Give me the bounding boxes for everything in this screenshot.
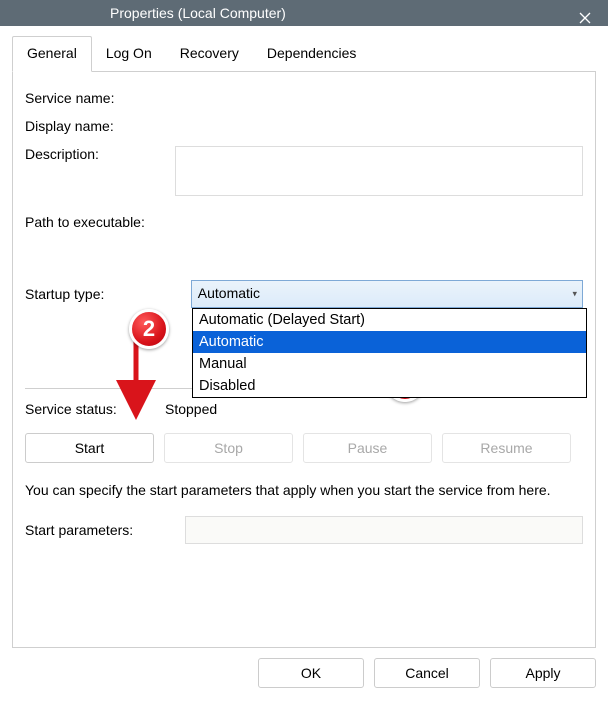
annotation-badge-2: 2: [129, 309, 169, 349]
tab-dependencies[interactable]: Dependencies: [253, 37, 371, 71]
path-label: Path to executable:: [25, 214, 583, 230]
description-box[interactable]: [175, 146, 583, 196]
service-status-value: Stopped: [165, 401, 217, 417]
service-status-label: Service status:: [25, 401, 165, 417]
start-button[interactable]: Start: [25, 433, 154, 463]
cancel-button[interactable]: Cancel: [374, 658, 480, 688]
stop-button[interactable]: Stop: [164, 433, 293, 463]
startup-type-value: Automatic: [198, 285, 260, 301]
general-panel: Service name: Display name: Description:…: [12, 72, 596, 648]
option-automatic[interactable]: Automatic: [193, 331, 586, 353]
description-label: Description:: [25, 146, 175, 162]
tab-recovery[interactable]: Recovery: [166, 37, 253, 71]
tab-general[interactable]: General: [12, 36, 92, 72]
properties-dialog: Properties (Local Computer) General Log …: [0, 0, 608, 702]
tab-bar: General Log On Recovery Dependencies: [12, 36, 596, 72]
titlebar: Properties (Local Computer): [0, 0, 608, 26]
parameters-hint: You can specify the start parameters tha…: [25, 481, 583, 500]
window-title: Properties (Local Computer): [110, 5, 286, 21]
start-parameters-input[interactable]: [185, 516, 583, 544]
display-name-label: Display name:: [25, 118, 175, 134]
chevron-down-icon: ▾: [572, 289, 577, 300]
option-disabled[interactable]: Disabled: [193, 375, 586, 397]
service-button-row: Start Stop Pause Resume: [25, 433, 583, 463]
option-auto-delayed[interactable]: Automatic (Delayed Start): [193, 309, 586, 331]
startup-type-combo[interactable]: Automatic ▾: [191, 280, 583, 308]
content-area: General Log On Recovery Dependencies Ser…: [0, 26, 608, 648]
option-manual[interactable]: Manual: [193, 353, 586, 375]
close-icon: [579, 12, 591, 24]
apply-button[interactable]: Apply: [490, 658, 596, 688]
ok-button[interactable]: OK: [258, 658, 364, 688]
tab-logon[interactable]: Log On: [92, 37, 166, 71]
startup-type-label: Startup type:: [25, 286, 164, 302]
dialog-footer: OK Cancel Apply: [0, 648, 608, 702]
startup-type-dropdown: Automatic (Delayed Start) Automatic Manu…: [192, 308, 587, 398]
startup-row: Startup type: Automatic ▾ Automatic (Del…: [25, 280, 583, 308]
start-parameters-label: Start parameters:: [25, 522, 185, 538]
service-name-label: Service name:: [25, 90, 175, 106]
pause-button[interactable]: Pause: [303, 433, 432, 463]
resume-button[interactable]: Resume: [442, 433, 571, 463]
